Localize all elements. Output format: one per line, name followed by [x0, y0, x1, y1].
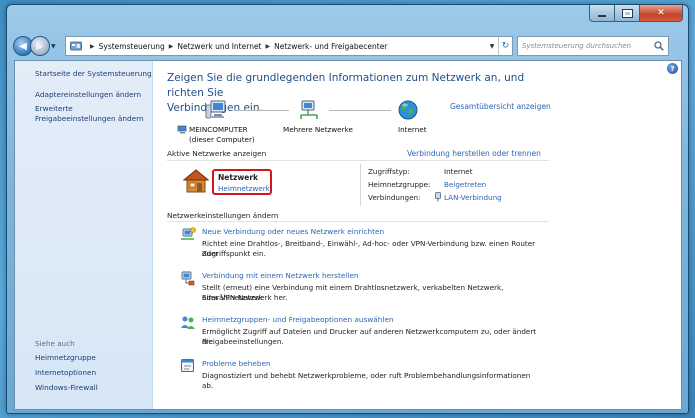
- access-type-value: Internet: [444, 167, 473, 176]
- search-input[interactable]: Systemsteuerung durchsuchen: [517, 36, 669, 56]
- help-icon[interactable]: ?: [667, 63, 678, 74]
- details-divider: [360, 164, 361, 206]
- address-dropdown-icon[interactable]: ▼: [486, 37, 498, 55]
- minimize-icon: [598, 14, 606, 17]
- search-placeholder: Systemsteuerung durchsuchen: [522, 42, 632, 50]
- breadcrumb-netzwerk-internet[interactable]: Netzwerk und Internet: [177, 42, 261, 51]
- sidebar-link-erweiterte[interactable]: Erweiterte: [35, 104, 73, 114]
- breadcrumb-arrow-icon[interactable]: ▶: [90, 43, 95, 50]
- explorer-window: ✕ ◀ ▶ ▼ ▶ Systemsteuerung ▶ Netzwerk und…: [6, 4, 689, 414]
- multiple-networks-icon[interactable]: [298, 99, 320, 121]
- new-connection-desc-2: Zugriffspunkt ein.: [202, 249, 266, 258]
- content-area: Startseite der Systemsteuerung Adapterei…: [14, 60, 682, 410]
- node-label-internet: Internet: [398, 125, 427, 134]
- lan-connection-link[interactable]: LAN-Verbindung: [444, 193, 502, 202]
- connect-to-network-icon[interactable]: [180, 270, 196, 286]
- troubleshoot-desc: Diagnostiziert und behebt Netzwerkproble…: [202, 371, 531, 390]
- section-divider: [167, 160, 549, 161]
- breadcrumb-freigabecenter[interactable]: Netzwerk- und Freigabecenter: [274, 42, 387, 51]
- section-divider: [167, 221, 549, 222]
- refresh-icon[interactable]: ↻: [498, 37, 512, 55]
- breadcrumb-arrow-icon[interactable]: ▶: [169, 43, 174, 50]
- node-label-multiple: Mehrere Netzwerke: [283, 125, 353, 134]
- lan-connection-icon: [435, 192, 441, 202]
- sidebar-link-windows-firewall[interactable]: Windows-Firewall: [35, 383, 98, 393]
- connect-disconnect-link[interactable]: Verbindung herstellen oder trennen: [407, 149, 541, 158]
- connections-label: Verbindungen:: [368, 193, 421, 202]
- troubleshoot-link[interactable]: Probleme beheben: [202, 359, 271, 368]
- sidebar-link-adaptereinstellungen[interactable]: Adaptereinstellungen ändern: [35, 90, 141, 100]
- new-connection-link[interactable]: Neue Verbindung oder neues Netzwerk einr…: [202, 227, 384, 236]
- search-icon[interactable]: [650, 37, 668, 55]
- control-panel-icon: [70, 41, 82, 50]
- close-icon: ✕: [657, 8, 665, 18]
- navigation-bar: ◀ ▶ ▼ ▶ Systemsteuerung ▶ Netzwerk und I…: [13, 35, 683, 57]
- connection-line: [329, 110, 391, 111]
- small-computer-icon: [177, 125, 187, 134]
- address-bar[interactable]: ▶ Systemsteuerung ▶ Netzwerk und Interne…: [65, 36, 513, 56]
- network-name: Netzwerk: [218, 173, 259, 182]
- troubleshoot-icon[interactable]: [180, 358, 196, 374]
- close-button[interactable]: ✕: [640, 5, 683, 22]
- access-type-label: Zugriffstyp:: [368, 167, 410, 176]
- change-settings-heading: Netzwerkeinstellungen ändern: [167, 211, 279, 220]
- sidebar-link-freigabeeinstellungen[interactable]: Freigabeeinstellungen ändern: [35, 114, 144, 124]
- main-panel: ? Zeigen Sie die grundlegenden Informati…: [153, 61, 681, 409]
- maximize-button[interactable]: [615, 5, 640, 22]
- caption-buttons: ✕: [589, 5, 683, 22]
- homegroup-options-link[interactable]: Heimnetzgruppen- und Freigabeoptionen au…: [202, 315, 394, 324]
- minimize-button[interactable]: [589, 5, 615, 22]
- connect-to-network-desc-2: oder VPN-Netzwerk her.: [202, 293, 288, 302]
- maximize-icon: [621, 8, 633, 18]
- recent-pages-button[interactable]: ▼: [51, 43, 61, 50]
- sidebar-link-internetoptionen[interactable]: Internetoptionen: [35, 368, 96, 378]
- breadcrumb-systemsteuerung[interactable]: Systemsteuerung: [99, 42, 165, 51]
- task-sidebar: Startseite der Systemsteuerung Adapterei…: [15, 61, 153, 409]
- sidebar-link-heimnetzgruppe[interactable]: Heimnetzgruppe: [35, 353, 96, 363]
- homegroup-link[interactable]: Beigetreten: [444, 180, 486, 189]
- breadcrumb-arrow-icon[interactable]: ▶: [266, 43, 271, 50]
- node-label-computer-sub: (dieser Computer): [189, 135, 255, 144]
- full-map-link[interactable]: Gesamtübersicht anzeigen: [450, 102, 551, 111]
- see-also-heading: Siehe auch: [35, 339, 75, 348]
- arrow-left-icon: ◀: [19, 40, 27, 52]
- forward-button[interactable]: ▶: [30, 36, 50, 56]
- homegroup-sharing-icon[interactable]: [180, 314, 196, 330]
- network-type-link[interactable]: Heimnetzwerk: [218, 184, 270, 193]
- active-networks-heading: Aktive Netzwerke anzeigen: [167, 149, 267, 158]
- node-label-computer: MEINCOMPUTER: [189, 125, 248, 134]
- sidebar-link-startseite[interactable]: Startseite der Systemsteuerung: [35, 69, 152, 79]
- computer-icon[interactable]: [205, 99, 227, 121]
- arrow-right-icon: ▶: [36, 40, 44, 52]
- connect-to-network-link[interactable]: Verbindung mit einem Netzwerk herstellen: [202, 271, 358, 280]
- new-connection-icon[interactable]: [180, 226, 196, 242]
- connection-line: [235, 110, 289, 111]
- page-title-line-1: Zeigen Sie die grundlegenden Information…: [167, 72, 525, 99]
- home-network-icon[interactable]: [183, 168, 209, 194]
- homegroup-options-desc-2: Freigabeeinstellungen.: [202, 337, 284, 346]
- homegroup-label: Heimnetzgruppe:: [368, 180, 431, 189]
- globe-icon[interactable]: [397, 99, 419, 121]
- chevron-down-icon: ▼: [51, 42, 56, 50]
